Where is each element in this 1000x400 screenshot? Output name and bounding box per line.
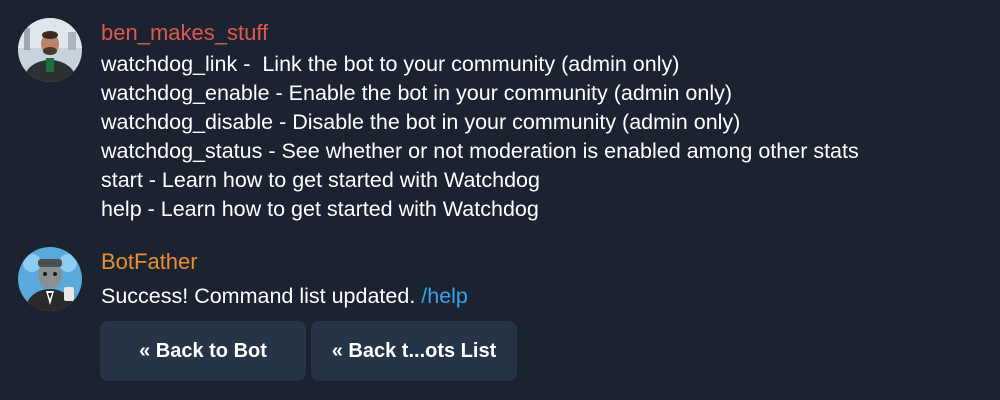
avatar-ben-photo: [18, 18, 82, 82]
message-text-body: Success! Command list updated.: [101, 284, 422, 308]
command-line: watchdog_disable - Disable the bot in yo…: [101, 110, 741, 134]
message-text: Success! Command list updated. /help: [101, 279, 981, 313]
avatar-botfather-image: [18, 247, 82, 311]
back-to-bot-button[interactable]: « Back to Bot: [100, 321, 306, 381]
message-botfather-content: BotFather Success! Command list updated.…: [101, 245, 981, 313]
inline-keyboard: « Back to Bot « Back t...ots List: [100, 321, 517, 381]
avatar-botfather[interactable]: [18, 247, 82, 311]
command-line: help - Learn how to get started with Wat…: [101, 197, 539, 221]
command-line: watchdog_enable - Enable the bot in your…: [101, 81, 733, 105]
command-list: watchdog_link - Link the bot to your com…: [101, 50, 981, 224]
message-author[interactable]: BotFather: [101, 245, 981, 279]
message-author[interactable]: ben_makes_stuff: [101, 16, 981, 50]
chat-history: ben_makes_stuff watchdog_link - Link the…: [0, 0, 1000, 400]
help-command-link[interactable]: /help: [421, 284, 468, 308]
command-line: start - Learn how to get started with Wa…: [101, 168, 540, 192]
command-line: watchdog_link - Link the bot to your com…: [101, 52, 680, 76]
back-to-bots-list-button[interactable]: « Back t...ots List: [311, 321, 517, 381]
command-line: watchdog_status - See whether or not mod…: [101, 139, 859, 163]
avatar-ben[interactable]: [18, 18, 82, 82]
message-ben-content: ben_makes_stuff watchdog_link - Link the…: [101, 16, 981, 224]
